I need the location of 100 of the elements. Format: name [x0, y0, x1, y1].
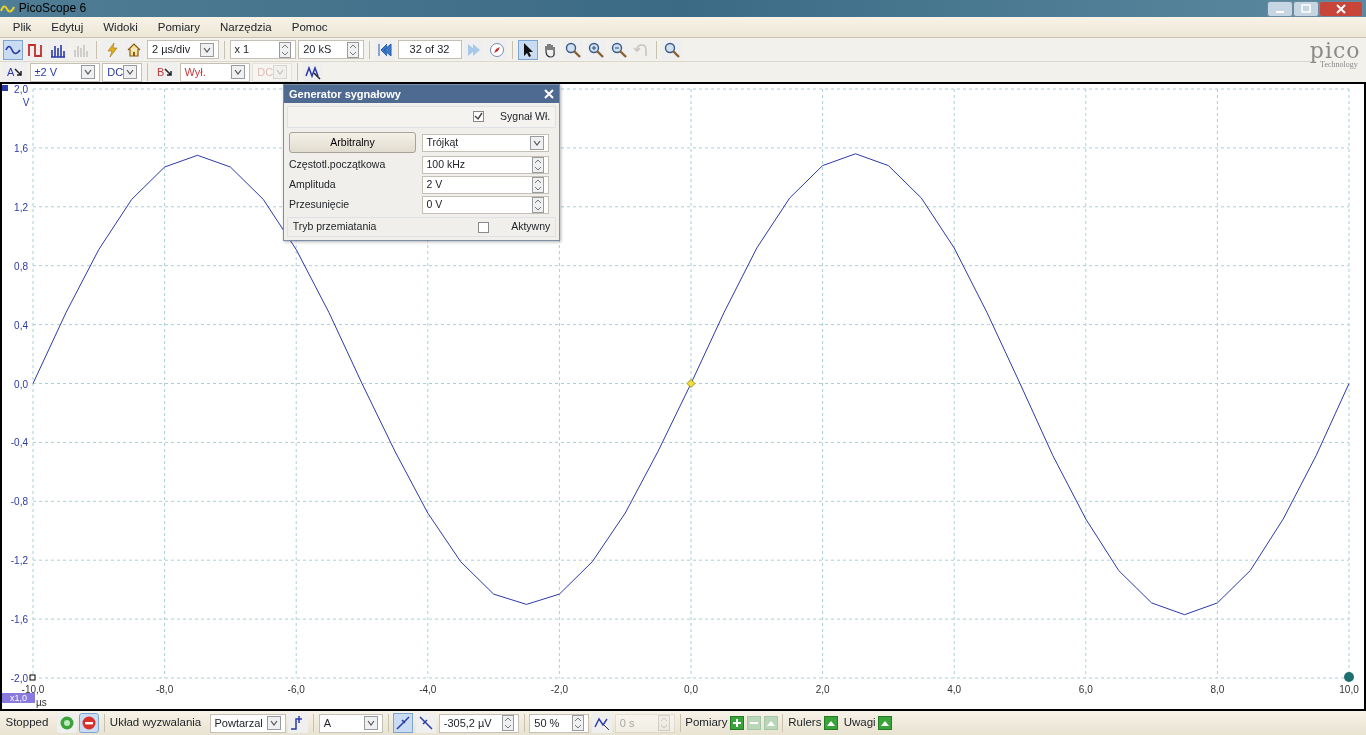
zoom-in-icon [587, 41, 604, 58]
trigger-marker[interactable] [686, 379, 696, 388]
trigger-mode-dropdown[interactable]: Powtarzal [209, 713, 286, 733]
y-tick-label: -1,2 [10, 555, 28, 567]
spinner-arrows-icon [501, 715, 514, 731]
zoom-out-button[interactable] [608, 39, 629, 60]
expand-button[interactable] [878, 716, 893, 730]
close-button[interactable] [1319, 0, 1364, 17]
value-spinner[interactable]: 100 kHz [421, 155, 549, 174]
spinner-arrows-icon [347, 41, 360, 58]
menu-item[interactable]: Narzędzia [209, 17, 282, 37]
y-axis-unit: V [22, 97, 30, 108]
pointer-button[interactable] [517, 39, 538, 60]
minimize-icon [1276, 10, 1285, 13]
rising-edge-icon [395, 715, 412, 731]
zoom-spinner[interactable]: x 1 [229, 40, 296, 59]
y-tick-label: 1,6 [14, 142, 28, 154]
x-tick-label: 8,0 [1210, 684, 1225, 695]
ruler-handle[interactable] [1344, 672, 1354, 682]
menu-item[interactable]: Plik [2, 17, 42, 37]
spinner-arrows-icon [531, 196, 544, 213]
x-tick-label: -10,0 [21, 684, 45, 695]
menu-item[interactable]: Edytuj [41, 17, 94, 37]
waveform-dropdown[interactable]: Trójkąt [421, 133, 549, 152]
zoom-fit-icon [663, 41, 680, 58]
spinner-arrows-icon [278, 41, 291, 58]
pretrigger-spinner[interactable]: 50 % [529, 713, 590, 733]
compass-icon[interactable] [487, 39, 507, 60]
arbitrary-button[interactable]: Arbitralny [289, 132, 416, 153]
y-tick-label: 1,2 [14, 201, 28, 213]
notes-label: Uwagi [843, 715, 876, 731]
first-buffer-button[interactable] [374, 39, 395, 60]
zoom-area-button[interactable] [563, 39, 583, 60]
delay-button[interactable] [592, 713, 612, 733]
y-tick-label: -0,4 [10, 437, 28, 449]
channel-button[interactable]: A [2, 62, 27, 82]
logo-text: pico [1309, 40, 1361, 61]
minimize-button[interactable] [1267, 0, 1294, 17]
field-label: Częstotl.początkowa [289, 156, 387, 172]
x-tick-label: -6,0 [287, 684, 305, 695]
y-tick-label: 0,8 [14, 260, 28, 272]
scope-mode-button[interactable] [2, 39, 23, 60]
x-tick-label: -8,0 [156, 684, 174, 695]
maximize-icon [1301, 4, 1312, 13]
dialog-title: Generator sygnałowy [289, 86, 402, 102]
signal-generator-button[interactable] [302, 62, 323, 82]
signal-generator-icon [304, 64, 321, 80]
stop-icon [82, 716, 97, 730]
zoom-in-button[interactable] [585, 39, 606, 60]
value-spinner[interactable]: 0 V [421, 195, 549, 214]
zoom-fit-button[interactable] [661, 39, 682, 60]
first-buffer-icon [376, 41, 393, 58]
spectrum-mode-button[interactable] [48, 39, 69, 60]
expand-button[interactable] [824, 716, 839, 730]
arrow-icon [164, 68, 173, 76]
add-button[interactable] [730, 716, 745, 730]
channel-offset-marker[interactable] [2, 85, 8, 91]
plus-icon [732, 718, 743, 728]
trigger-settings-button[interactable] [288, 713, 309, 733]
home-button[interactable] [124, 39, 145, 60]
spinner-arrows-icon [531, 176, 544, 193]
menu-item[interactable]: Pomiary [147, 17, 210, 37]
x-tick-label: -4,0 [419, 684, 437, 695]
samples-spinner[interactable]: 20 kS [298, 40, 365, 59]
range-dropdown[interactable]: ±2 V [29, 62, 100, 82]
value-spinner[interactable]: 2 V [421, 175, 549, 194]
persistence-mode-icon [27, 41, 44, 58]
menu-item[interactable]: Widoki [93, 17, 148, 37]
hand-button[interactable] [540, 39, 561, 60]
coupling-dropdown[interactable]: DC [102, 62, 143, 82]
signal-checkbox[interactable] [472, 111, 484, 123]
y-tick-label: 0,4 [14, 319, 28, 331]
x-tick-label: 10,0 [1339, 684, 1359, 695]
range-dropdown[interactable]: Wył. [179, 62, 250, 82]
y-tick-label: -1,6 [10, 614, 28, 626]
compass-icon [489, 41, 505, 58]
maximize-button[interactable] [1293, 0, 1320, 17]
channel-button[interactable]: B [152, 62, 177, 82]
sweep-checkbox[interactable] [478, 221, 490, 233]
falling-edge-button[interactable] [416, 713, 436, 733]
close-icon[interactable] [544, 89, 554, 99]
measurements-label: Pomiary [685, 715, 728, 731]
stop-button[interactable] [79, 713, 100, 733]
rising-edge-button[interactable] [393, 713, 414, 733]
persistence-mode-button[interactable] [25, 39, 46, 60]
threshold-spinner[interactable]: -305,2 µV [438, 713, 519, 733]
x-tick-label: 4,0 [947, 684, 962, 695]
timebase-dropdown[interactable]: 2 µs/div [147, 40, 219, 59]
field-label: Amplituda [289, 176, 337, 192]
menu-item[interactable]: Pomoc [281, 17, 338, 37]
x-tick-label: 6,0 [1078, 684, 1093, 695]
status-text: Stopped [5, 715, 49, 731]
y-tick-label: -0,8 [10, 496, 28, 508]
zero-marker[interactable] [29, 674, 36, 681]
y-tick-label: 0,0 [14, 378, 28, 390]
trigger-source-dropdown[interactable]: A [318, 713, 383, 733]
spinner-arrows-icon [657, 715, 670, 731]
start-button[interactable] [56, 713, 77, 733]
checkbox-label: Sygnał Wł. [500, 108, 551, 124]
buffer-field[interactable]: 32 of 32 [397, 40, 462, 59]
